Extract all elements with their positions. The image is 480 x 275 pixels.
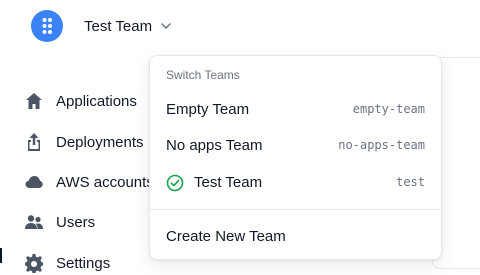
team-option-test-team[interactable]: Test Team test — [150, 168, 441, 198]
team-switcher-button[interactable]: Test Team — [84, 15, 172, 37]
sidebar-item-deployments[interactable]: Deployments — [24, 130, 144, 154]
sidebar-item-applications[interactable]: Applications — [24, 89, 137, 113]
sidebar-item-users[interactable]: Users — [24, 210, 95, 234]
sidebar-active-indicator — [0, 248, 2, 263]
sidebar-item-label: AWS accounts — [56, 173, 154, 191]
cloud-icon — [25, 176, 43, 188]
team-option-slug: no-apps-team — [338, 138, 425, 152]
current-team-name: Test Team — [84, 17, 153, 35]
home-icon — [26, 93, 42, 109]
sidebar-item-label: Users — [56, 213, 96, 231]
team-option-slug: empty-team — [352, 102, 425, 116]
users-icon — [25, 215, 43, 229]
chevron-down-icon — [161, 23, 171, 29]
sidebar-item-label: Deployments — [56, 133, 144, 151]
sidebar-item-label: Applications — [56, 92, 137, 110]
team-option-name: No apps Team — [166, 137, 263, 154]
gear-icon — [25, 254, 43, 273]
team-option-name: Test Team — [194, 174, 263, 191]
dots-logo-icon — [42, 18, 52, 34]
sidebar-item-settings[interactable]: Settings — [24, 251, 110, 275]
create-new-team-button[interactable]: Create New Team — [166, 228, 286, 245]
team-option-name: Empty Team — [166, 101, 250, 118]
upload-icon — [28, 133, 40, 151]
sidebar-item-aws-accounts[interactable]: AWS accounts — [24, 170, 154, 194]
team-option-no-apps-team[interactable]: No apps Team no-apps-team — [150, 131, 441, 161]
check-circle-icon — [166, 174, 184, 192]
app-logo[interactable] — [31, 10, 63, 42]
dropdown-header: Switch Teams — [166, 68, 240, 82]
sidebar-item-label: Settings — [56, 254, 111, 272]
dropdown-divider — [150, 209, 441, 210]
team-switch-dropdown: Switch Teams Empty Team empty-team No ap… — [149, 55, 442, 260]
team-option-slug: test — [396, 175, 425, 189]
team-option-empty-team[interactable]: Empty Team empty-team — [150, 95, 441, 125]
